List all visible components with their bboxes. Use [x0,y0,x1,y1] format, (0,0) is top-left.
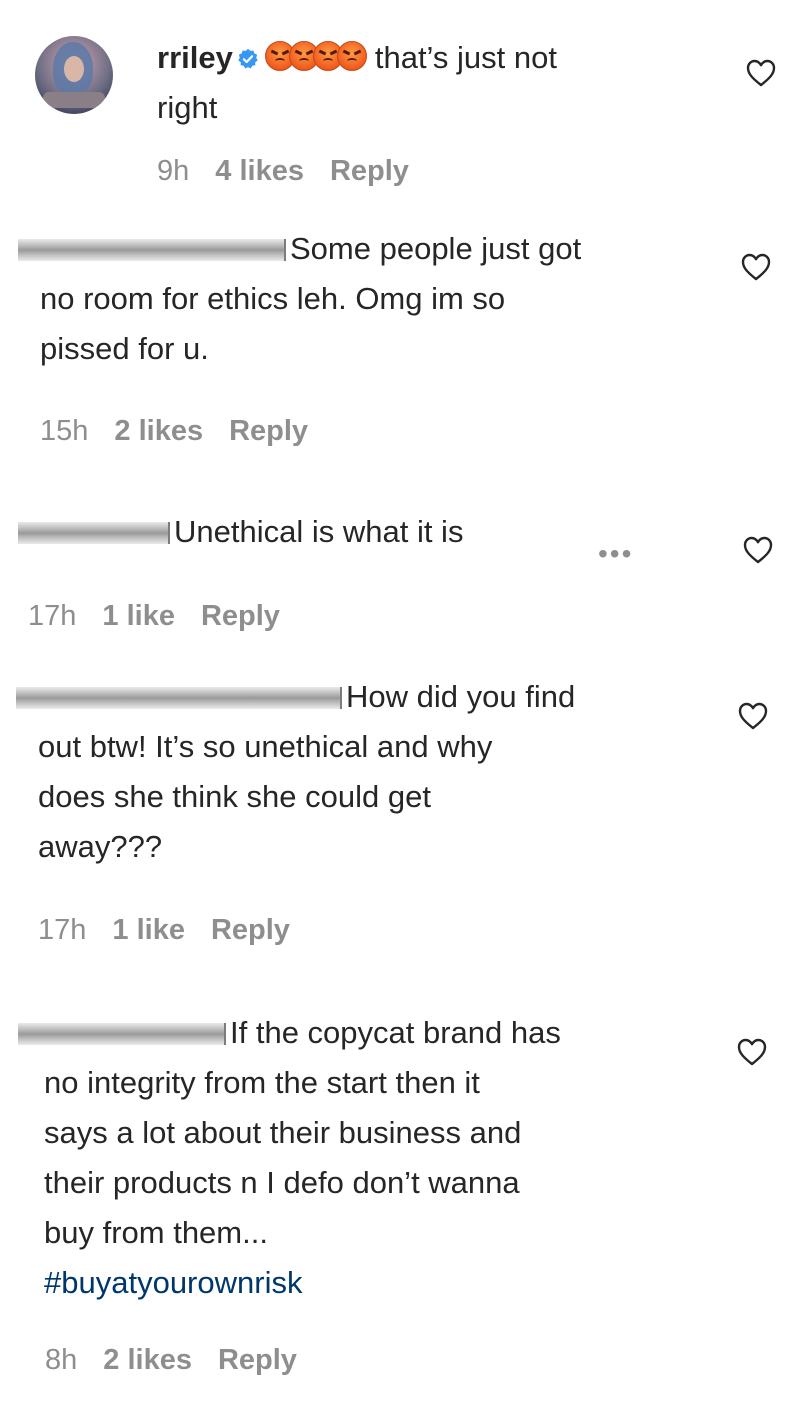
redacted-username [18,522,170,544]
avatar[interactable] [35,36,113,114]
likes-count[interactable]: 2 likes [114,415,203,447]
angry-emojis [264,40,367,75]
comment-body: Some people just got no room for ethics … [18,224,718,374]
reply-button[interactable]: Reply [218,1344,297,1376]
comment-meta: 17h 1 like Reply [28,600,306,633]
likes-count[interactable]: 1 like [102,600,175,632]
reply-button[interactable]: Reply [211,914,290,946]
comment-meta: 8h 2 likes Reply [45,1344,323,1377]
comment-text: no integrity from the start then it [44,1065,480,1100]
comment-text: Some people just got [290,231,582,266]
redacted-username [18,239,286,261]
reply-button[interactable]: Reply [201,600,280,632]
hashtag-link[interactable]: #buyatyourownrisk [18,1265,302,1300]
comment-time: 17h [28,600,77,632]
heart-outline-icon[interactable] [741,253,771,281]
comment-text: that’s just not [374,40,557,75]
comment-text: How did you find [346,679,576,714]
comment-text: pissed for u. [40,331,209,366]
likes-count[interactable]: 1 like [112,914,185,946]
comment-body: rriley that’s just not right [157,33,677,133]
heart-outline-icon[interactable] [746,59,776,87]
verified-badge-icon [238,48,258,69]
comment-text: no room for ethics leh. Omg im so [40,281,506,316]
comment-body: How did you find out btw! It’s so unethi… [16,672,716,872]
comment-time: 8h [45,1344,78,1376]
comment-text: Unethical is what it is [174,514,464,549]
comment-text: does she think she could get [38,779,431,814]
username[interactable]: rriley [157,40,233,75]
comment-text: their products n I defo don’t wanna [44,1165,520,1200]
comment-text: buy from them... [44,1215,268,1250]
comment-time: 15h [40,415,89,447]
comment-time: 17h [38,914,87,946]
comment-body: If the copycat brand has no integrity fr… [18,1008,728,1308]
comment-text: out btw! It’s so unethical and why [38,729,493,764]
comment-text: If the copycat brand has [230,1015,561,1050]
reply-button[interactable]: Reply [330,155,409,187]
heart-outline-icon[interactable] [738,702,768,730]
heart-outline-icon[interactable] [743,536,773,564]
redacted-username [18,1023,226,1045]
comment-meta: 9h 4 likes Reply [157,155,435,188]
comment-meta: 17h 1 like Reply [38,914,316,947]
reply-button[interactable]: Reply [229,415,308,447]
likes-count[interactable]: 4 likes [215,155,304,187]
more-options-icon[interactable]: ••• [598,538,633,570]
comment-meta: 15h 2 likes Reply [40,415,334,448]
comment-time: 9h [157,155,190,187]
heart-outline-icon[interactable] [737,1038,767,1066]
comment-text: says a lot about their business and [44,1115,522,1150]
likes-count[interactable]: 2 likes [103,1344,192,1376]
comment-text: away??? [38,829,163,864]
angry-face-emoji [336,41,367,71]
comment-text: right [157,90,218,125]
redacted-username [16,687,342,709]
